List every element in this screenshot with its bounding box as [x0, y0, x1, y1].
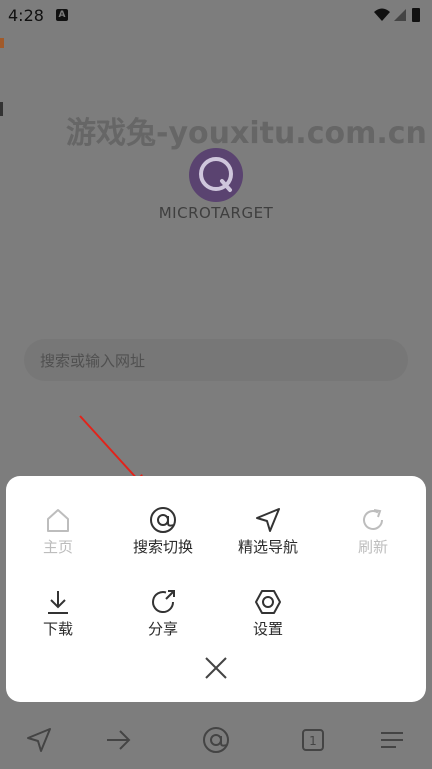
- nav-back-button[interactable]: [25, 726, 53, 754]
- settings-icon: [255, 590, 281, 614]
- nav-menu-button[interactable]: [378, 726, 406, 754]
- edge-marker: [0, 38, 4, 48]
- wifi-icon: [374, 8, 390, 21]
- at-icon: [150, 507, 176, 533]
- menu-item-search-switch[interactable]: 搜索切换: [113, 506, 213, 576]
- menu-label: 下载: [42, 620, 73, 638]
- refresh-icon: [363, 509, 383, 530]
- share-icon: [152, 590, 175, 614]
- nav-forward-button[interactable]: [104, 726, 132, 754]
- q-logo-icon: [189, 148, 243, 202]
- a-icon: A: [56, 9, 68, 21]
- close-button[interactable]: [202, 654, 230, 682]
- signal-icon: [394, 9, 406, 21]
- navigation-icon: [27, 728, 51, 752]
- menu-item-download[interactable]: 下载: [8, 588, 108, 658]
- at-icon: [203, 727, 229, 753]
- navigation-icon: [256, 508, 280, 532]
- menu-item-home[interactable]: 主页: [8, 506, 108, 576]
- status-bar: 4:28 A: [0, 0, 432, 32]
- menu-label: 刷新: [357, 538, 388, 556]
- search-input[interactable]: 搜索或输入网址: [24, 339, 408, 381]
- search-placeholder: 搜索或输入网址: [40, 352, 146, 370]
- menu-item-settings[interactable]: 设置: [218, 588, 318, 658]
- nav-search-switch-button[interactable]: [202, 726, 230, 754]
- menu-label: 设置: [252, 620, 283, 638]
- menu-icon: [381, 732, 403, 748]
- close-icon: [205, 657, 227, 679]
- menu-label: 搜索切换: [132, 538, 193, 556]
- menu-item-curated-nav[interactable]: 精选导航: [218, 506, 318, 576]
- download-icon: [48, 591, 68, 614]
- menu-label: 分享: [147, 620, 178, 638]
- menu-label: 主页: [42, 538, 73, 556]
- menu-item-refresh[interactable]: 刷新: [323, 506, 423, 576]
- home-icon: [47, 509, 69, 532]
- status-time: 4:28: [8, 6, 44, 25]
- forward-icon: [107, 730, 131, 750]
- nav-tabs-button[interactable]: 1: [299, 726, 327, 754]
- edge-marker: [0, 102, 3, 116]
- menu-label: 精选导航: [237, 538, 298, 556]
- watermark: 游戏兔-youxitu.com.cn: [66, 116, 427, 151]
- menu-item-share[interactable]: 分享: [113, 588, 213, 658]
- tabs-icon: 1: [302, 729, 324, 751]
- logo-text: MICROTARGET: [158, 204, 274, 222]
- menu-panel: 主页 搜索切换 精选导航 刷新 下载 分享 设置: [6, 476, 426, 702]
- battery-icon: [412, 8, 420, 22]
- status-icons: [372, 6, 424, 28]
- bottom-nav: 1: [0, 712, 432, 769]
- tab-count: 1: [309, 734, 317, 748]
